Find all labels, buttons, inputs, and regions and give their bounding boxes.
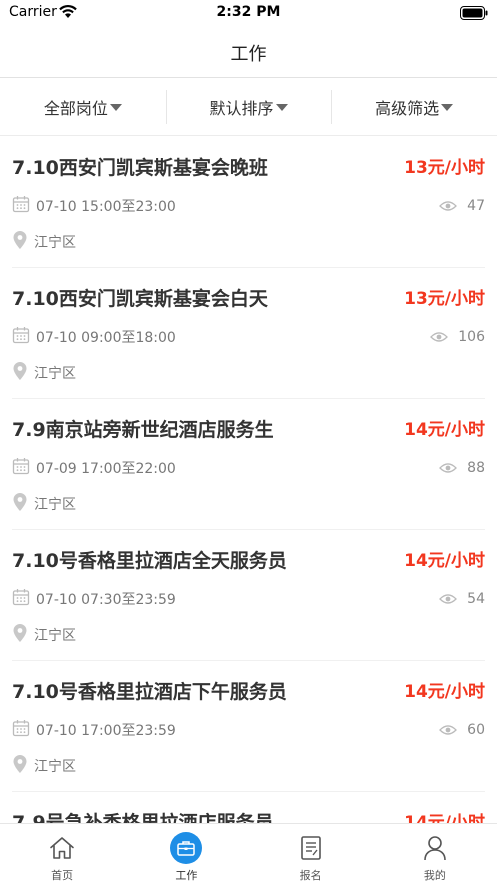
calendar-icon [12,719,30,741]
filter-label: 全部岗位 [43,98,108,118]
job-time-row: 07-10 17:00至23:59 [12,720,176,740]
document-icon [295,832,327,864]
job-wage: 13元/小时 [404,289,485,309]
job-title: 7.9南京站旁新世纪酒店服务生 [12,419,274,441]
triangle-down-icon [109,104,122,111]
location-pin-icon [12,361,28,385]
job-card[interactable]: 7.9号急补香格里拉酒店服务员 14元/小时 [12,792,485,823]
job-card[interactable]: 7.10西安门凯宾斯基宴会晚班 13元/小时 07-10 15:00至23:00… [12,137,485,268]
job-time-row: 07-10 07:30至23:59 [12,589,176,609]
job-card[interactable]: 7.10号香格里拉酒店下午服务员 14元/小时 07-10 17:00至23:5… [12,661,485,792]
job-time: 07-09 17:00至22:00 [36,461,176,477]
view-count: 54 [467,591,485,607]
briefcase-icon [170,832,203,864]
eye-icon [439,590,458,609]
tab-label: 我的 [423,869,446,882]
tab-label: 工作 [175,869,198,882]
clock: 2:32 PM [216,4,281,20]
job-location: 江宁区 [34,759,76,775]
location-pin-icon [12,623,28,647]
job-views: 88 [439,458,485,478]
job-wage: 13元/小时 [404,158,485,178]
job-list[interactable]: 7.10西安门凯宾斯基宴会晚班 13元/小时 07-10 15:00至23:00… [0,137,497,823]
location-pin-icon [12,230,28,254]
tab-work[interactable]: 工作 [124,824,248,883]
job-location-row: 江宁区 [12,754,76,778]
job-title: 7.10号香格里拉酒店全天服务员 [12,550,287,572]
calendar-icon [12,457,30,479]
job-location-row: 江宁区 [12,230,76,254]
view-count: 47 [467,198,485,214]
view-count: 106 [458,329,485,345]
filter-advanced[interactable]: 高级筛选 [331,78,497,135]
job-title: 7.9号急补香格里拉酒店服务员 [12,812,274,823]
job-card[interactable]: 7.10号香格里拉酒店全天服务员 14元/小时 07-10 07:30至23:5… [12,530,485,661]
calendar-icon [12,326,30,348]
tab-mine[interactable]: 我的 [373,824,497,883]
job-wage: 14元/小时 [404,813,485,823]
eye-icon [439,721,458,740]
job-title: 7.10号香格里拉酒店下午服务员 [12,681,287,703]
location-pin-icon [12,754,28,778]
filter-position[interactable]: 全部岗位 [0,78,166,135]
tab-signup[interactable]: 报名 [249,824,373,883]
job-card[interactable]: 7.9南京站旁新世纪酒店服务生 14元/小时 07-09 17:00至22:00… [12,399,485,530]
job-wage: 14元/小时 [404,551,485,571]
filter-bar: 全部岗位 默认排序 高级筛选 [0,78,497,136]
job-wage: 14元/小时 [404,682,485,702]
user-icon [419,832,451,864]
job-title: 7.10西安门凯宾斯基宴会白天 [12,288,268,310]
nav-bar: 工作 [0,26,497,78]
filter-label: 高级筛选 [375,98,440,118]
view-count: 60 [467,722,485,738]
home-icon [46,832,78,864]
view-count: 88 [467,460,485,476]
job-title: 7.10西安门凯宾斯基宴会晚班 [12,157,268,179]
job-views: 60 [439,720,485,740]
tab-home[interactable]: 首页 [0,824,124,883]
job-views: 106 [430,327,485,347]
job-time: 07-10 15:00至23:00 [36,199,176,215]
job-location-row: 江宁区 [12,623,76,647]
filter-label: 默认排序 [209,98,274,118]
eye-icon [430,328,449,347]
job-location: 江宁区 [34,235,76,251]
job-card[interactable]: 7.10西安门凯宾斯基宴会白天 13元/小时 07-10 09:00至18:00… [12,268,485,399]
job-wage: 14元/小时 [404,420,485,440]
tab-label: 首页 [51,869,74,882]
job-location: 江宁区 [34,366,76,382]
job-location-row: 江宁区 [12,361,76,385]
tab-bar: 首页 工作 报名 我的 [0,823,497,883]
job-views: 54 [439,589,485,609]
job-time-row: 07-09 17:00至22:00 [12,458,176,478]
calendar-icon [12,588,30,610]
triangle-down-icon [275,104,288,111]
triangle-down-icon [441,104,454,111]
calendar-icon [12,195,30,217]
job-time: 07-10 07:30至23:59 [36,592,176,608]
status-bar: Carrier 2:32 PM [0,0,497,26]
location-pin-icon [12,492,28,516]
job-time: 07-10 09:00至18:00 [36,330,176,346]
job-location: 江宁区 [34,497,76,513]
job-location: 江宁区 [34,628,76,644]
filter-sort[interactable]: 默认排序 [165,78,332,135]
job-time: 07-10 17:00至23:59 [36,723,176,739]
job-location-row: 江宁区 [12,492,76,516]
page-title: 工作 [230,44,267,65]
eye-icon [439,459,458,478]
job-time-row: 07-10 09:00至18:00 [12,327,176,347]
eye-icon [439,197,458,216]
job-time-row: 07-10 15:00至23:00 [12,196,176,216]
job-views: 47 [439,196,485,216]
battery-icon [460,5,488,24]
tab-label: 报名 [299,869,322,882]
